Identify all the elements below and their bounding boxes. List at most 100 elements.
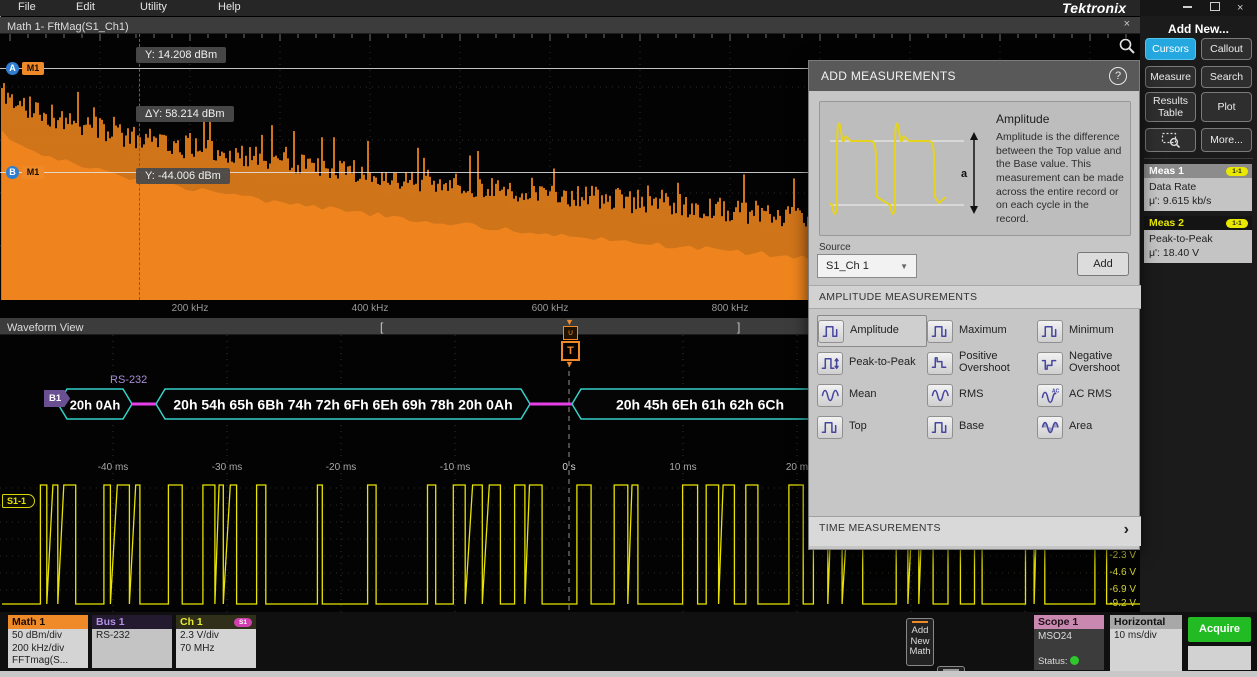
- cursor-b-badge[interactable]: B: [6, 166, 19, 179]
- bus1-badge[interactable]: Bus 1 RS-232: [92, 615, 172, 668]
- time-tick-2: -20 ms: [319, 462, 363, 473]
- acquire-button[interactable]: Acquire: [1188, 617, 1251, 642]
- zoom-bracket-right[interactable]: ]: [737, 320, 740, 334]
- meas2-name: Meas 2: [1149, 217, 1184, 229]
- time-measurements-footer[interactable]: TIME MEASUREMENTS ›: [809, 516, 1141, 546]
- meas2-type: Peak-to-Peak: [1149, 232, 1252, 246]
- bottom-edge: [0, 671, 1257, 677]
- callout-button[interactable]: Callout: [1201, 38, 1252, 60]
- dialog-header[interactable]: ADD MEASUREMENTS ?: [809, 61, 1139, 91]
- cursor-a-badge[interactable]: A: [6, 62, 19, 75]
- measurement-top[interactable]: Top: [817, 411, 927, 443]
- results-table-button[interactable]: Results Table: [1145, 92, 1196, 122]
- search-button[interactable]: Search: [1201, 66, 1252, 88]
- measurement-negative-overshoot[interactable]: Negative Overshoot: [1037, 347, 1137, 379]
- status-green-dot: [1070, 656, 1079, 665]
- measurement-positive-overshoot[interactable]: Positive Overshoot: [927, 347, 1037, 379]
- measurement-label: Peak-to-Peak: [849, 357, 916, 369]
- restore-icon[interactable]: [1210, 2, 1220, 11]
- fft-title-bar: Math 1- FftMag(S1_Ch1) ×: [0, 17, 1140, 34]
- freq-tick-400: 400 kHz: [340, 303, 400, 314]
- menu-utility[interactable]: Utility: [140, 1, 167, 13]
- menu-file[interactable]: File: [18, 1, 36, 13]
- ch1-title: Ch 1: [180, 616, 203, 628]
- add-button[interactable]: Add: [1077, 252, 1129, 276]
- horizontal-title: Horizontal: [1110, 615, 1182, 629]
- freq-tick-800: 800 kHz: [700, 303, 760, 314]
- measurement-label: Base: [959, 421, 984, 433]
- zoom-magnifier-icon[interactable]: [1118, 37, 1136, 55]
- math-color-line: [912, 621, 928, 623]
- expansion-box-icon[interactable]: ∪: [563, 326, 578, 340]
- fft-close-icon[interactable]: ×: [1124, 18, 1130, 30]
- chevron-right-icon: ›: [1124, 521, 1129, 539]
- measurement-label: Minimum: [1069, 325, 1114, 337]
- meas2-count-badge: 1-1: [1226, 219, 1248, 228]
- sine-filled-icon: [1037, 416, 1063, 439]
- overshoot-icon: [927, 352, 953, 375]
- meas1-card[interactable]: Meas 11-1 Data Rateμ': 9.615 kb/s: [1144, 164, 1252, 211]
- math1-badge[interactable]: Math 1 50 dBm/div 200 kHz/div FFTmag(S..…: [8, 615, 88, 668]
- cursor-delta-readout[interactable]: ΔY: 58.214 dBm: [136, 106, 234, 122]
- help-icon[interactable]: ?: [1109, 67, 1127, 85]
- measurement-rms[interactable]: RMS: [927, 379, 1037, 411]
- measurement-ac-rms[interactable]: ACAC RMS: [1037, 379, 1137, 411]
- horizontal-settings: 10 ms/div: [1110, 629, 1182, 671]
- measurement-label: RMS: [959, 389, 983, 401]
- amplitude-diagram: a: [824, 107, 992, 227]
- menu-edit[interactable]: Edit: [76, 1, 95, 13]
- more-button[interactable]: More...: [1201, 128, 1252, 152]
- bus-packet-2: 20h 54h 65h 6Bh 74h 72h 6Fh 6Eh 69h 78h …: [173, 397, 512, 413]
- description-title: Amplitude: [996, 112, 1124, 126]
- plot-button[interactable]: Plot: [1201, 92, 1252, 122]
- bus-packet-3: 20h 45h 6Eh 61h 62h 6Ch: [616, 397, 784, 413]
- volt-tick-2: -6.9 V: [1096, 584, 1136, 595]
- meas1-header: Meas 11-1: [1144, 164, 1252, 178]
- acquire-panel[interactable]: [1188, 646, 1251, 670]
- meas1-type: Data Rate: [1149, 180, 1252, 194]
- scope1-model: MSO24: [1034, 629, 1104, 642]
- meas2-body: Peak-to-Peakμ': 18.40 V: [1144, 230, 1252, 263]
- settings-bar: Math 1 50 dBm/div 200 kHz/div FFTmag(S..…: [0, 612, 1257, 677]
- time-tick-5: 10 ms: [661, 462, 705, 473]
- cursor-b-readout[interactable]: Y: -44.006 dBm: [136, 168, 230, 184]
- horizontal-badge[interactable]: Horizontal 10 ms/div: [1110, 615, 1182, 671]
- window-controls: ×: [1140, 0, 1257, 16]
- measurement-amplitude[interactable]: Amplitude: [817, 315, 927, 347]
- zoom-select-button[interactable]: [1145, 128, 1196, 152]
- measurement-label: Positive Overshoot: [959, 351, 1027, 374]
- measurement-mean[interactable]: Mean: [817, 379, 927, 411]
- cursors-button[interactable]: Cursors: [1145, 38, 1196, 60]
- measurement-base[interactable]: Base: [927, 411, 1037, 443]
- measurement-label: AC RMS: [1069, 389, 1112, 401]
- source-dropdown[interactable]: S1_Ch 1 ▼: [817, 254, 917, 278]
- measurement-area[interactable]: Area: [1037, 411, 1137, 443]
- pulse-icon: [1037, 320, 1063, 343]
- measurement-peak-to-peak[interactable]: Peak-to-Peak: [817, 347, 927, 379]
- add-measurements-dialog: ADD MEASUREMENTS ? a Amplitude Amplitude…: [808, 60, 1140, 550]
- minimize-icon[interactable]: [1183, 6, 1192, 8]
- scope1-badge[interactable]: Scope 1 MSO24 Status:: [1034, 615, 1104, 670]
- measurement-description-panel: a Amplitude Amplitude is the difference …: [819, 101, 1131, 236]
- source-badge[interactable]: S1-1: [2, 494, 35, 508]
- zoom-bracket-left[interactable]: [: [380, 320, 383, 334]
- measurement-maximum[interactable]: Maximum: [927, 315, 1037, 347]
- meas2-card[interactable]: Meas 2 1-1 Peak-to-Peakμ': 18.40 V: [1144, 216, 1252, 263]
- measurement-minimum[interactable]: Minimum: [1037, 315, 1137, 347]
- zoom-select-icon: [1161, 132, 1181, 148]
- cursor-vertical-line[interactable]: [139, 34, 140, 300]
- measurement-label: Top: [849, 421, 867, 433]
- add-new-math-button[interactable]: Add New Math: [906, 618, 934, 666]
- pulse-arrow-icon: [817, 352, 843, 375]
- menu-help[interactable]: Help: [218, 1, 241, 13]
- cursor-a-readout[interactable]: Y: 14.208 dBm: [136, 47, 226, 63]
- measurement-label: Mean: [849, 389, 877, 401]
- bus1-settings: RS-232: [92, 629, 172, 668]
- close-icon[interactable]: ×: [1237, 3, 1243, 13]
- trigger-indicator[interactable]: T: [561, 341, 580, 361]
- bus-packet-1: 20h 0Ah: [70, 398, 121, 413]
- ch1-badge[interactable]: Ch 1S1 2.3 V/div 70 MHz: [176, 615, 256, 668]
- meas1-name: Meas 1: [1149, 165, 1184, 177]
- measure-button[interactable]: Measure: [1145, 66, 1196, 88]
- tektronix-logo: Tektronix: [1062, 0, 1126, 16]
